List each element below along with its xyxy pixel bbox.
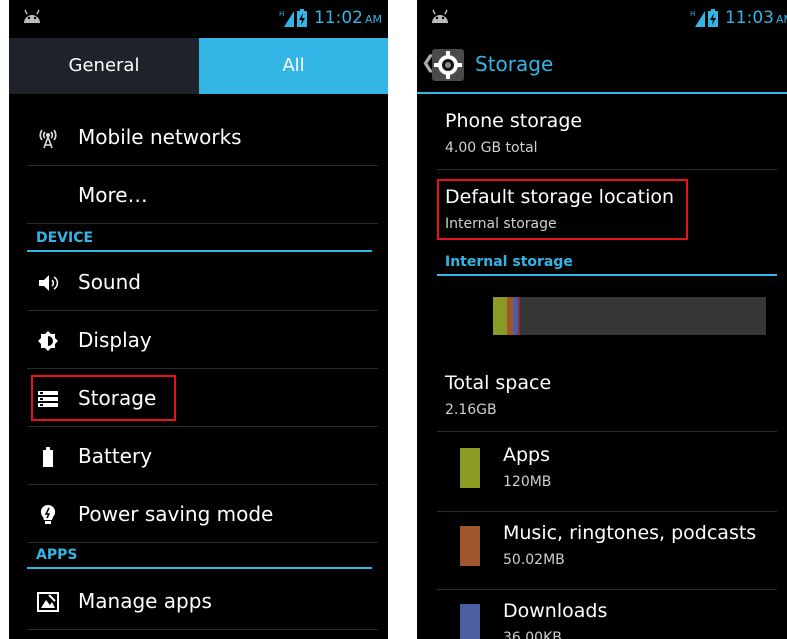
category-downloads-title: Downloads (503, 600, 608, 622)
svg-text:H: H (690, 10, 695, 18)
display-label: Display (78, 328, 152, 352)
section-device: DEVICE (27, 228, 372, 252)
downloads-color-swatch (460, 604, 480, 639)
battery-charging-icon (707, 9, 718, 27)
category-downloads[interactable]: Downloads 36.00KB (437, 590, 777, 639)
phone-storage-summary: 4.00 GB total (445, 140, 538, 156)
android-notification-icon (24, 9, 40, 23)
usage-segment-apps (493, 297, 508, 335)
phone-storage-title: Phone storage (445, 110, 583, 132)
more-item[interactable]: More… (27, 166, 378, 224)
total-space-value: 2.16GB (445, 402, 497, 418)
category-downloads-value: 36.00KB (503, 630, 562, 639)
tab-general[interactable]: General (9, 38, 199, 94)
mobile-networks-label: Mobile networks (78, 125, 242, 149)
manage-apps-icon (37, 592, 59, 612)
storage-highlight-box (31, 375, 176, 421)
storage-screen: H 11:03AM ❮ Storage Phone storage 4.00 G… (417, 0, 787, 639)
speaker-icon (39, 275, 59, 291)
usage-segment-other (517, 297, 521, 335)
clock: 11:03AM (724, 8, 787, 28)
battery-icon (43, 447, 53, 467)
phone-storage-item[interactable]: Phone storage 4.00 GB total (437, 96, 777, 170)
total-space-title: Total space (445, 372, 552, 394)
total-space-item: Total space 2.16GB (437, 356, 777, 432)
android-notification-icon (432, 9, 448, 23)
settings-gear-icon[interactable] (431, 48, 465, 82)
battery-label: Battery (78, 444, 153, 468)
power-saving-item[interactable]: Power saving mode (27, 485, 378, 543)
svg-text:H: H (279, 10, 284, 18)
section-apps: APPS (27, 545, 372, 569)
battery-item[interactable]: Battery (27, 427, 378, 485)
category-apps[interactable]: Apps 120MB (437, 434, 777, 512)
mobile-networks-item[interactable]: Mobile networks (27, 108, 378, 166)
signal-icon: H (690, 10, 705, 27)
status-bar: H 11:02 AM (9, 0, 388, 34)
signal-icon: H (279, 10, 294, 27)
power-saving-label: Power saving mode (78, 502, 274, 526)
more-label: More… (78, 183, 148, 207)
display-item[interactable]: Display (27, 311, 378, 369)
bulb-icon (40, 504, 56, 524)
category-apps-value: 120MB (503, 474, 552, 490)
clock: 11:02 AM (313, 8, 382, 28)
sound-item[interactable]: Sound (27, 253, 378, 311)
music-color-swatch (460, 526, 480, 566)
manage-apps-item[interactable]: Manage apps (27, 572, 378, 630)
action-bar: ❮ Storage (417, 36, 787, 94)
brightness-icon (38, 331, 58, 351)
settings-screen: H 11:02 AM General All Mobile networks Mo… (9, 0, 388, 639)
apps-color-swatch (460, 448, 480, 488)
category-music-title: Music, ringtones, podcasts (503, 522, 757, 544)
category-apps-title: Apps (503, 444, 551, 466)
default-storage-highlight-box (437, 179, 688, 240)
tab-bar: General All (9, 38, 388, 94)
antenna-icon (39, 129, 57, 149)
category-music-value: 50.02MB (503, 552, 565, 568)
status-bar: H 11:03AM (417, 0, 787, 34)
tab-all[interactable]: All (199, 38, 388, 94)
section-internal-storage: Internal storage (437, 252, 777, 276)
storage-usage-bar (493, 297, 766, 335)
sound-label: Sound (78, 270, 141, 294)
battery-charging-icon (296, 9, 307, 27)
category-music[interactable]: Music, ringtones, podcasts 50.02MB (437, 512, 777, 590)
page-title: Storage (475, 52, 554, 76)
manage-apps-label: Manage apps (78, 589, 212, 613)
